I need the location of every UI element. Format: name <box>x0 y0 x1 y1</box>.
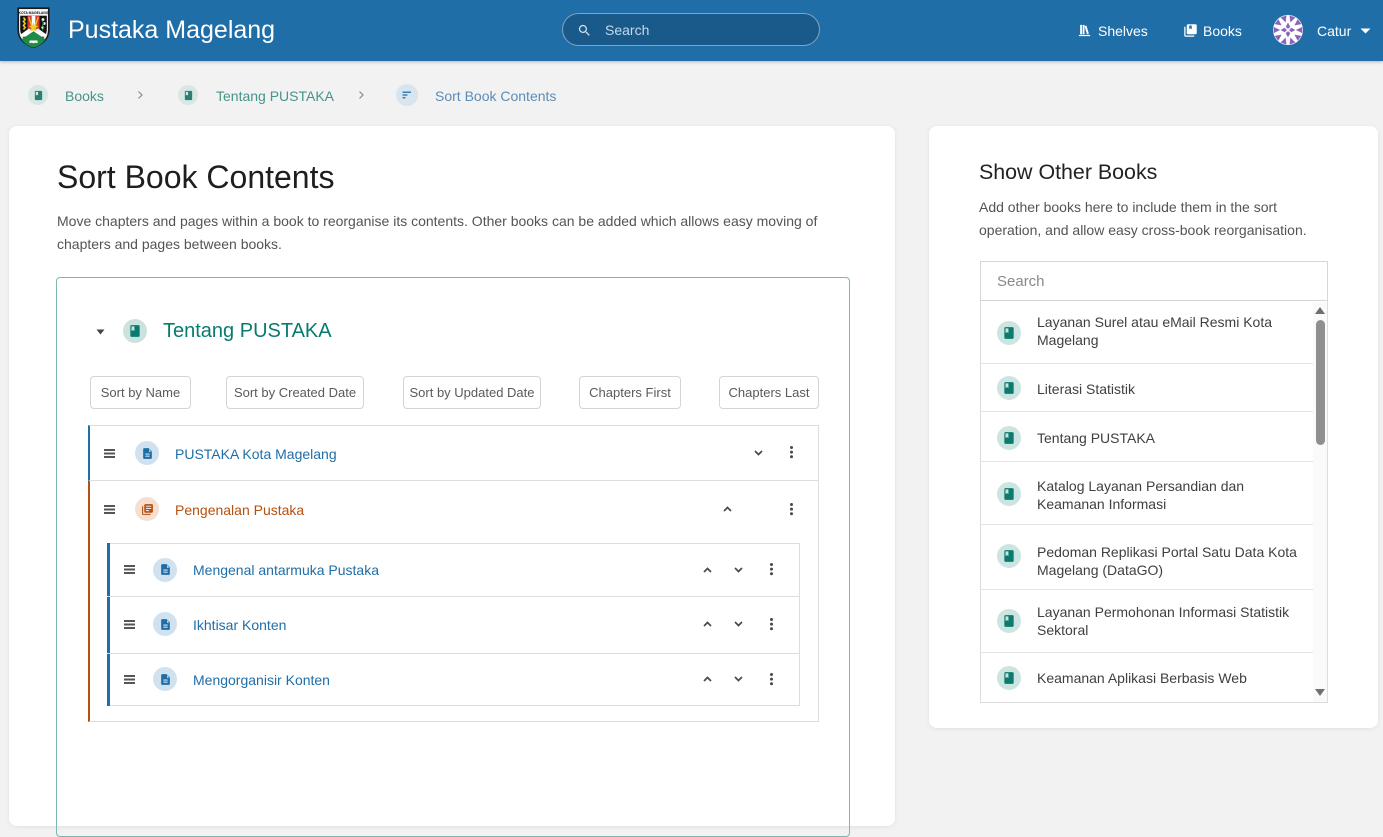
svg-text:KOTA MAGELANG: KOTA MAGELANG <box>19 11 49 15</box>
